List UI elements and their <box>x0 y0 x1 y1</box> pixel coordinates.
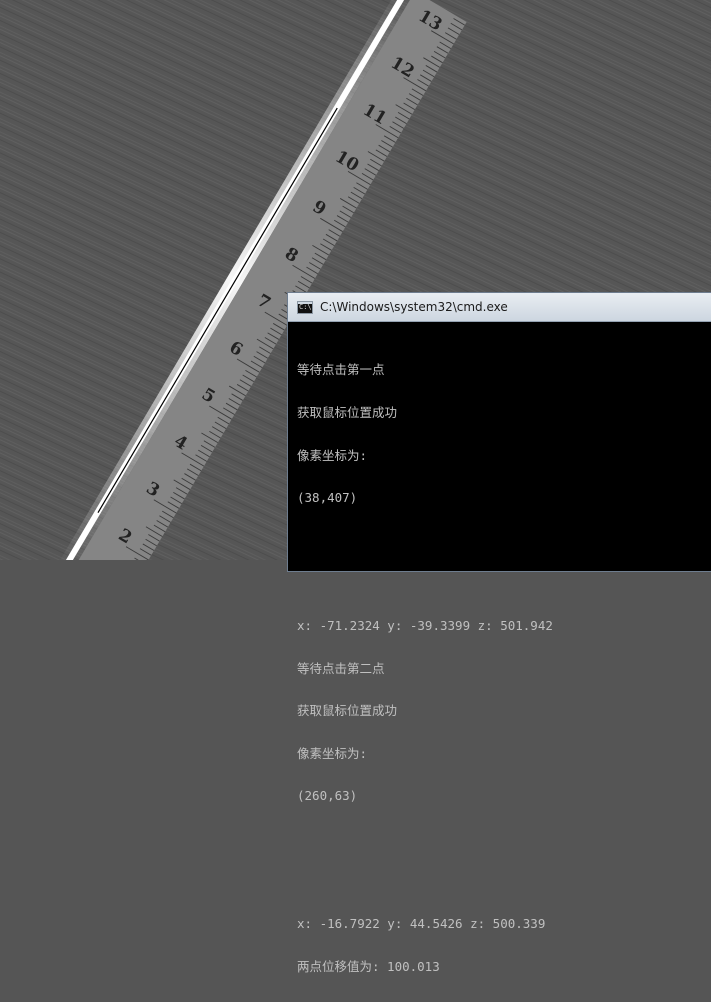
console-line: (260,63) <box>297 788 358 804</box>
cmd-titlebar[interactable]: C:\Windows\system32\cmd.exe <box>288 293 711 322</box>
console-line: 像素坐标为: <box>297 745 368 761</box>
console-line: 等待点击第二点 <box>297 660 385 676</box>
window-title: C:\Windows\system32\cmd.exe <box>320 300 508 314</box>
console-line: (38,407) <box>297 490 358 506</box>
console-line: x: -16.7922 y: 44.5426 z: 500.339 <box>297 916 546 932</box>
console-line: 获取鼠标位置成功 <box>297 703 398 719</box>
console-line: 等待点击第一点 <box>297 362 385 378</box>
console-output[interactable]: 等待点击第一点 获取鼠标位置成功 像素坐标为: (38,407) x: -71.… <box>297 335 711 974</box>
console-line: 两点位移值为: 100.013 <box>297 958 440 974</box>
console-line: 像素坐标为: <box>297 447 368 463</box>
console-line: 获取鼠标位置成功 <box>297 405 398 420</box>
console-icon[interactable] <box>297 300 313 314</box>
console-line: x: -71.2324 y: -39.3399 z: 501.942 <box>297 617 553 633</box>
cmd-window[interactable]: C:\Windows\system32\cmd.exe 等待点击第一点 获取鼠标… <box>287 292 711 974</box>
